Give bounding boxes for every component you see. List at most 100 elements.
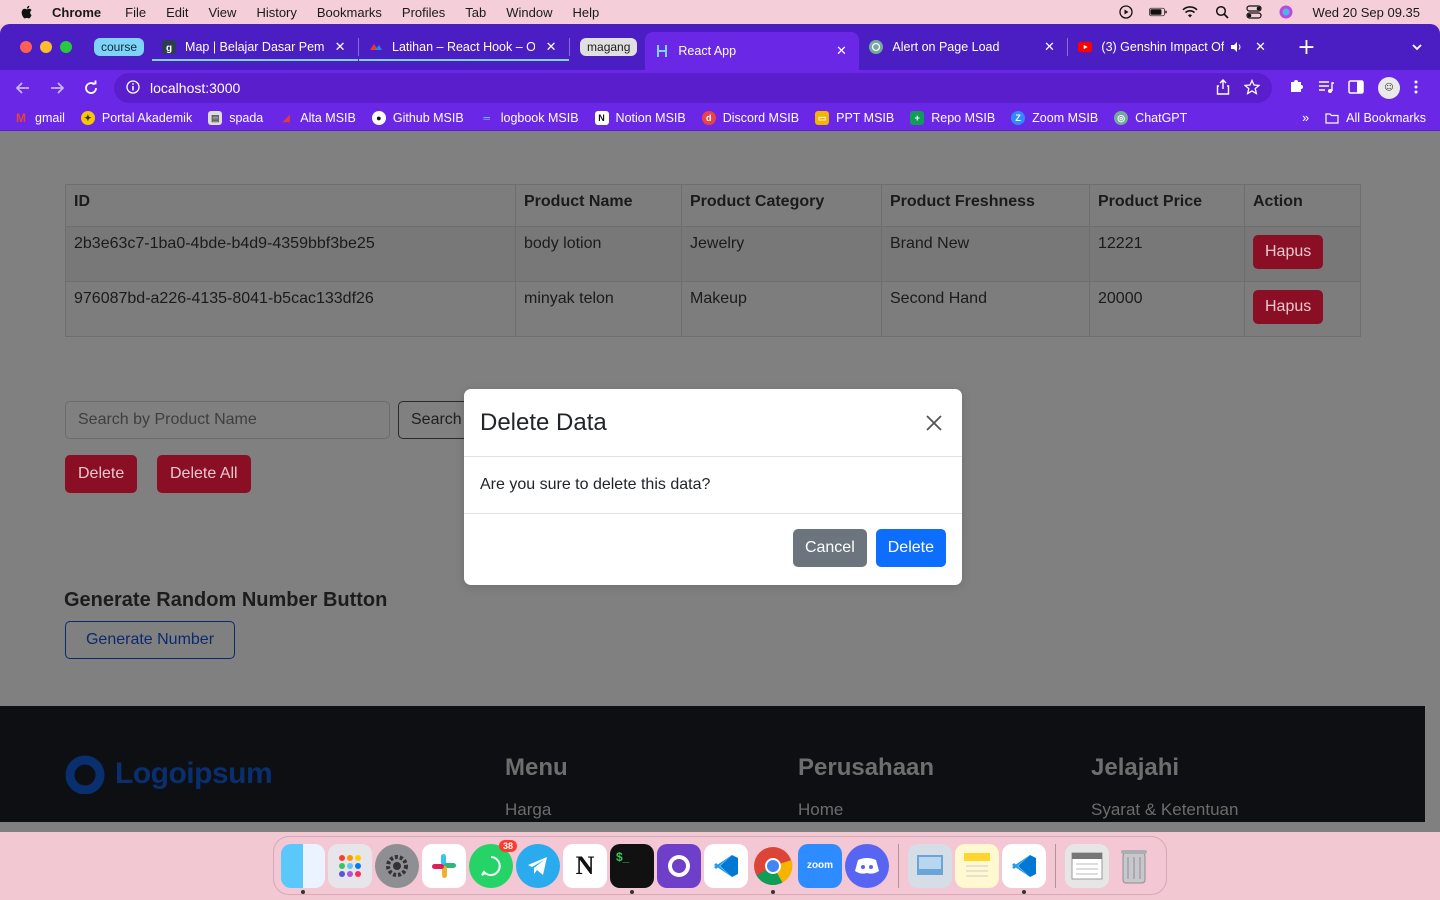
minimize-window-button[interactable] (40, 41, 52, 53)
all-bookmarks-button[interactable]: All Bookmarks (1325, 111, 1426, 125)
close-tab-icon[interactable]: ✕ (1041, 39, 1057, 55)
notes-icon[interactable] (955, 843, 999, 888)
trash-icon[interactable] (1112, 844, 1156, 888)
vscode-window-icon[interactable] (1002, 843, 1046, 894)
site-info-icon[interactable] (126, 79, 140, 97)
youtube-icon (1078, 40, 1093, 54)
menubar-clock[interactable]: Wed 20 Sep 09.35 (1313, 5, 1420, 20)
close-tab-icon[interactable]: ✕ (1252, 39, 1268, 55)
column-header-id: ID (65, 184, 516, 227)
close-tab-icon[interactable]: ✕ (833, 43, 849, 59)
spotlight-search-icon[interactable] (1213, 5, 1231, 19)
close-tab-icon[interactable]: ✕ (332, 39, 348, 55)
tab-youtube-genshin[interactable]: (3) Genshin Impact Of ✕ (1068, 30, 1278, 64)
battery-icon[interactable] (1148, 5, 1167, 19)
media-controls-icon[interactable] (1318, 79, 1334, 98)
menu-bookmarks[interactable]: Bookmarks (317, 5, 382, 20)
tab-latihan-react-hook[interactable]: Latihan – React Hook – Oh ✕ (359, 30, 570, 64)
menu-file[interactable]: File (125, 5, 146, 20)
play-circle-icon[interactable] (1117, 5, 1135, 19)
xlsx-file-icon[interactable] (1065, 843, 1109, 888)
menu-tab[interactable]: Tab (465, 5, 486, 20)
close-icon[interactable] (922, 411, 946, 435)
extensions-icon[interactable] (1288, 78, 1304, 98)
menu-edit[interactable]: Edit (166, 5, 188, 20)
zoom-window-button[interactable] (60, 41, 72, 53)
bookmark-repo-msib[interactable]: + Repo MSIB (910, 111, 995, 125)
bookmark-spada[interactable]: ▤ spada (208, 111, 263, 125)
generate-number-button[interactable]: Generate Number (65, 621, 235, 659)
forward-button[interactable] (42, 73, 72, 103)
close-window-button[interactable] (20, 41, 32, 53)
tab-dicoding[interactable]: g Map | Belajar Dasar Pemrog ✕ (152, 30, 359, 64)
tab-group-magang[interactable]: magang (580, 38, 638, 56)
bookmark-github-msib[interactable]: ● Github MSIB (371, 111, 464, 125)
discord-icon[interactable] (845, 843, 889, 888)
menu-history[interactable]: History (256, 5, 296, 20)
tab-group-course[interactable]: course (94, 38, 145, 56)
chrome-menu-icon[interactable] (1414, 79, 1418, 98)
system-settings-icon[interactable] (375, 843, 419, 888)
close-tab-icon[interactable]: ✕ (543, 39, 559, 55)
finder-icon[interactable] (281, 843, 325, 894)
preview-icon[interactable] (908, 843, 952, 888)
bookmark-alta-msib[interactable]: ◢ Alta MSIB (279, 111, 356, 125)
bookmarks-overflow-icon[interactable]: » (1302, 111, 1309, 125)
side-panel-icon[interactable] (1348, 79, 1364, 98)
menu-help[interactable]: Help (573, 5, 600, 20)
bookmark-notion-msib[interactable]: N Notion MSIB (594, 111, 686, 125)
tab-search-chevron-icon[interactable] (1410, 39, 1426, 55)
bookmark-logbook-msib[interactable]: ═ logbook MSIB (480, 111, 579, 125)
profile-avatar[interactable]: ☺ (1378, 77, 1400, 99)
tab-alert-on-page-load[interactable]: Alert on Page Load ✕ (859, 30, 1067, 64)
bookmark-discord-msib[interactable]: d Discord MSIB (701, 111, 799, 125)
bookmark-zoom-msib[interactable]: Z Zoom MSIB (1011, 111, 1098, 125)
bookmark-star-icon[interactable] (1243, 78, 1261, 98)
telegram-icon[interactable] (516, 843, 560, 888)
wifi-icon[interactable] (1181, 5, 1199, 19)
control-center-icon[interactable] (1245, 5, 1263, 19)
slack-icon[interactable] (422, 843, 466, 888)
hapus-button[interactable]: Hapus (1253, 290, 1324, 324)
footer-link[interactable]: Harga (505, 800, 568, 820)
footer-logo[interactable]: Logoipsum (65, 754, 273, 794)
bookmarks-bar: Mgmail ✦ Portal Akademik ▤ spada ◢ Alta MSI… (0, 106, 1440, 131)
apple-icon[interactable] (19, 4, 35, 20)
siri-icon[interactable] (1277, 5, 1295, 19)
url-text[interactable]: localhost:3000 (150, 80, 240, 96)
menu-profiles[interactable]: Profiles (402, 5, 445, 20)
menu-window[interactable]: Window (506, 5, 552, 20)
hapus-button[interactable]: Hapus (1253, 235, 1324, 269)
menu-view[interactable]: View (208, 5, 236, 20)
delete-all-button[interactable]: Delete All (157, 455, 251, 493)
footer-link[interactable]: Home (798, 800, 934, 820)
bookmark-chatgpt[interactable]: ◎ ChatGPT (1114, 111, 1187, 125)
github-desktop-icon[interactable] (657, 843, 701, 888)
chatgpt-icon: ◎ (1114, 111, 1129, 125)
zoom-icon[interactable]: zoom (798, 843, 842, 888)
chrome-icon[interactable] (751, 844, 795, 894)
search-input[interactable] (65, 401, 390, 439)
menu-app-name[interactable]: Chrome (52, 5, 101, 20)
tab-title: Latihan – React Hook – Oh (392, 40, 536, 54)
confirm-delete-button[interactable]: Delete (875, 529, 946, 567)
new-tab-button[interactable]: + (1296, 35, 1316, 60)
address-bar[interactable]: localhost:3000 (114, 73, 1272, 103)
back-button[interactable] (8, 73, 38, 103)
bookmark-ppt-msib[interactable]: ▭ PPT MSIB (815, 111, 894, 125)
reload-button[interactable] (76, 73, 106, 103)
tab-title: Map | Belajar Dasar Pemrog (185, 40, 325, 54)
share-icon[interactable] (1216, 78, 1230, 98)
delete-button[interactable]: Delete (65, 455, 138, 493)
speaker-icon[interactable] (1228, 39, 1244, 55)
launchpad-icon[interactable] (328, 843, 372, 888)
notion-icon[interactable]: N (563, 843, 607, 888)
bookmark-portal-akademik[interactable]: ✦ Portal Akademik (80, 111, 192, 125)
whatsapp-icon[interactable]: 38 (469, 839, 517, 888)
tab-react-app[interactable]: React App ✕ (645, 32, 860, 70)
footer-link[interactable]: Syarat & Ketentuan (1091, 800, 1238, 820)
terminal-icon[interactable]: $_ (610, 843, 654, 894)
bookmark-gmail[interactable]: Mgmail (14, 111, 65, 125)
cancel-button[interactable]: Cancel (792, 529, 867, 567)
vscode-icon[interactable] (704, 843, 748, 888)
